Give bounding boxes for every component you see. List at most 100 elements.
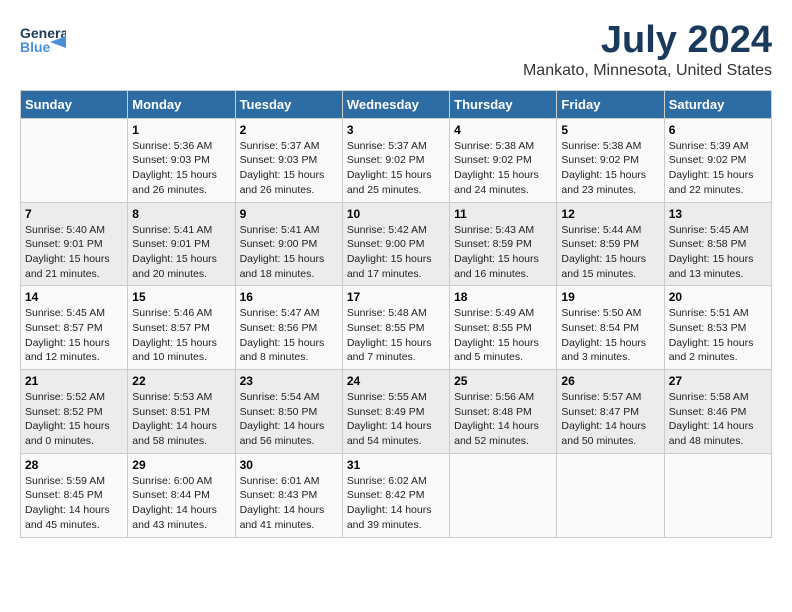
calendar-cell: 31 Sunrise: 6:02 AM Sunset: 8:42 PM Dayli… bbox=[342, 453, 449, 537]
calendar-cell: 22 Sunrise: 5:53 AM Sunset: 8:51 PM Dayli… bbox=[128, 370, 235, 454]
title-block: July 2024 Mankato, Minnesota, United Sta… bbox=[523, 20, 772, 80]
calendar-header-row: SundayMondayTuesdayWednesdayThursdayFrid… bbox=[21, 90, 772, 118]
day-number: 15 bbox=[132, 290, 230, 304]
day-info: Sunrise: 5:39 AM Sunset: 9:02 PM Dayligh… bbox=[669, 139, 767, 198]
calendar-cell: 18Sunrise: 5:49 AM Sunset: 8:55 PM Dayli… bbox=[450, 286, 557, 370]
calendar-cell: 11 Sunrise: 5:43 AM Sunset: 8:59 PM Dayli… bbox=[450, 202, 557, 286]
day-number: 31 bbox=[347, 458, 445, 472]
calendar-week-row: 1Sunrise: 5:36 AM Sunset: 9:03 PM Daylig… bbox=[21, 118, 772, 202]
day-number: 22 bbox=[132, 374, 230, 388]
calendar-cell: 6Sunrise: 5:39 AM Sunset: 9:02 PM Daylig… bbox=[664, 118, 771, 202]
day-number: 11 bbox=[454, 207, 552, 221]
day-number: 28 bbox=[25, 458, 123, 472]
day-info: Sunrise: 5:36 AM Sunset: 9:03 PM Dayligh… bbox=[132, 139, 230, 198]
day-info: Sunrise: 5:48 AM Sunset: 8:55 PM Dayligh… bbox=[347, 306, 445, 365]
col-header-saturday: Saturday bbox=[664, 90, 771, 118]
day-number: 8 bbox=[132, 207, 230, 221]
calendar-cell: 7Sunrise: 5:40 AM Sunset: 9:01 PM Daylig… bbox=[21, 202, 128, 286]
svg-text:Blue: Blue bbox=[20, 39, 51, 55]
calendar-cell: 3 Sunrise: 5:37 AM Sunset: 9:02 PM Daylig… bbox=[342, 118, 449, 202]
calendar-cell: 1Sunrise: 5:36 AM Sunset: 9:03 PM Daylig… bbox=[128, 118, 235, 202]
calendar-cell: 2 Sunrise: 5:37 AM Sunset: 9:03 PM Daylig… bbox=[235, 118, 342, 202]
day-number: 5 bbox=[561, 123, 659, 137]
calendar-cell bbox=[557, 453, 664, 537]
calendar-week-row: 28 Sunrise: 5:59 AM Sunset: 8:45 PM Dayli… bbox=[21, 453, 772, 537]
calendar-cell: 19 Sunrise: 5:50 AM Sunset: 8:54 PM Dayli… bbox=[557, 286, 664, 370]
calendar-cell: 8Sunrise: 5:41 AM Sunset: 9:01 PM Daylig… bbox=[128, 202, 235, 286]
calendar-cell: 17Sunrise: 5:48 AM Sunset: 8:55 PM Dayli… bbox=[342, 286, 449, 370]
calendar-week-row: 14 Sunrise: 5:45 AM Sunset: 8:57 PM Dayli… bbox=[21, 286, 772, 370]
day-number: 30 bbox=[240, 458, 338, 472]
calendar-cell: 15Sunrise: 5:46 AM Sunset: 8:57 PM Dayli… bbox=[128, 286, 235, 370]
day-info: Sunrise: 5:44 AM Sunset: 8:59 PM Dayligh… bbox=[561, 223, 659, 282]
calendar-cell: 14 Sunrise: 5:45 AM Sunset: 8:57 PM Dayli… bbox=[21, 286, 128, 370]
day-number: 23 bbox=[240, 374, 338, 388]
day-number: 20 bbox=[669, 290, 767, 304]
calendar-cell: 12Sunrise: 5:44 AM Sunset: 8:59 PM Dayli… bbox=[557, 202, 664, 286]
day-info: Sunrise: 5:37 AM Sunset: 9:02 PM Dayligh… bbox=[347, 139, 445, 198]
day-info: Sunrise: 5:55 AM Sunset: 8:49 PM Dayligh… bbox=[347, 390, 445, 449]
day-info: Sunrise: 5:58 AM Sunset: 8:46 PM Dayligh… bbox=[669, 390, 767, 449]
calendar-cell: 23 Sunrise: 5:54 AM Sunset: 8:50 PM Dayli… bbox=[235, 370, 342, 454]
day-number: 26 bbox=[561, 374, 659, 388]
calendar-cell: 13 Sunrise: 5:45 AM Sunset: 8:58 PM Dayli… bbox=[664, 202, 771, 286]
day-info: Sunrise: 5:45 AM Sunset: 8:58 PM Dayligh… bbox=[669, 223, 767, 282]
calendar-cell: 27 Sunrise: 5:58 AM Sunset: 8:46 PM Dayli… bbox=[664, 370, 771, 454]
col-header-wednesday: Wednesday bbox=[342, 90, 449, 118]
col-header-thursday: Thursday bbox=[450, 90, 557, 118]
day-info: Sunrise: 5:54 AM Sunset: 8:50 PM Dayligh… bbox=[240, 390, 338, 449]
calendar-week-row: 21Sunrise: 5:52 AM Sunset: 8:52 PM Dayli… bbox=[21, 370, 772, 454]
day-number: 14 bbox=[25, 290, 123, 304]
calendar-subtitle: Mankato, Minnesota, United States bbox=[523, 62, 772, 80]
calendar-cell: 4Sunrise: 5:38 AM Sunset: 9:02 PM Daylig… bbox=[450, 118, 557, 202]
calendar-cell: 9 Sunrise: 5:41 AM Sunset: 9:00 PM Daylig… bbox=[235, 202, 342, 286]
day-info: Sunrise: 5:42 AM Sunset: 9:00 PM Dayligh… bbox=[347, 223, 445, 282]
day-info: Sunrise: 5:57 AM Sunset: 8:47 PM Dayligh… bbox=[561, 390, 659, 449]
calendar-cell: 10 Sunrise: 5:42 AM Sunset: 9:00 PM Dayli… bbox=[342, 202, 449, 286]
day-info: Sunrise: 5:51 AM Sunset: 8:53 PM Dayligh… bbox=[669, 306, 767, 365]
calendar-cell: 21Sunrise: 5:52 AM Sunset: 8:52 PM Dayli… bbox=[21, 370, 128, 454]
col-header-friday: Friday bbox=[557, 90, 664, 118]
calendar-cell: 25 Sunrise: 5:56 AM Sunset: 8:48 PM Dayli… bbox=[450, 370, 557, 454]
day-info: Sunrise: 5:50 AM Sunset: 8:54 PM Dayligh… bbox=[561, 306, 659, 365]
calendar-cell: 30Sunrise: 6:01 AM Sunset: 8:43 PM Dayli… bbox=[235, 453, 342, 537]
day-number: 13 bbox=[669, 207, 767, 221]
col-header-sunday: Sunday bbox=[21, 90, 128, 118]
calendar-cell: 5 Sunrise: 5:38 AM Sunset: 9:02 PM Daylig… bbox=[557, 118, 664, 202]
day-info: Sunrise: 6:02 AM Sunset: 8:42 PM Dayligh… bbox=[347, 474, 445, 533]
day-number: 24 bbox=[347, 374, 445, 388]
day-info: Sunrise: 5:53 AM Sunset: 8:51 PM Dayligh… bbox=[132, 390, 230, 449]
day-number: 29 bbox=[132, 458, 230, 472]
day-info: Sunrise: 5:38 AM Sunset: 9:02 PM Dayligh… bbox=[561, 139, 659, 198]
calendar-cell: 20 Sunrise: 5:51 AM Sunset: 8:53 PM Dayli… bbox=[664, 286, 771, 370]
calendar-cell: 16Sunrise: 5:47 AM Sunset: 8:56 PM Dayli… bbox=[235, 286, 342, 370]
day-info: Sunrise: 5:47 AM Sunset: 8:56 PM Dayligh… bbox=[240, 306, 338, 365]
calendar-cell: 29Sunrise: 6:00 AM Sunset: 8:44 PM Dayli… bbox=[128, 453, 235, 537]
day-info: Sunrise: 5:45 AM Sunset: 8:57 PM Dayligh… bbox=[25, 306, 123, 365]
day-info: Sunrise: 5:43 AM Sunset: 8:59 PM Dayligh… bbox=[454, 223, 552, 282]
col-header-monday: Monday bbox=[128, 90, 235, 118]
day-number: 27 bbox=[669, 374, 767, 388]
day-info: Sunrise: 5:41 AM Sunset: 9:00 PM Dayligh… bbox=[240, 223, 338, 282]
day-number: 19 bbox=[561, 290, 659, 304]
day-number: 25 bbox=[454, 374, 552, 388]
day-number: 3 bbox=[347, 123, 445, 137]
logo: General Blue bbox=[20, 20, 66, 62]
day-info: Sunrise: 5:56 AM Sunset: 8:48 PM Dayligh… bbox=[454, 390, 552, 449]
col-header-tuesday: Tuesday bbox=[235, 90, 342, 118]
day-info: Sunrise: 5:37 AM Sunset: 9:03 PM Dayligh… bbox=[240, 139, 338, 198]
calendar-cell: 28 Sunrise: 5:59 AM Sunset: 8:45 PM Dayli… bbox=[21, 453, 128, 537]
day-number: 4 bbox=[454, 123, 552, 137]
calendar-title: July 2024 bbox=[523, 20, 772, 62]
calendar-cell: 26 Sunrise: 5:57 AM Sunset: 8:47 PM Dayli… bbox=[557, 370, 664, 454]
calendar-cell bbox=[664, 453, 771, 537]
day-number: 10 bbox=[347, 207, 445, 221]
calendar-cell bbox=[21, 118, 128, 202]
day-info: Sunrise: 5:59 AM Sunset: 8:45 PM Dayligh… bbox=[25, 474, 123, 533]
day-info: Sunrise: 5:40 AM Sunset: 9:01 PM Dayligh… bbox=[25, 223, 123, 282]
calendar-week-row: 7Sunrise: 5:40 AM Sunset: 9:01 PM Daylig… bbox=[21, 202, 772, 286]
day-number: 9 bbox=[240, 207, 338, 221]
day-number: 2 bbox=[240, 123, 338, 137]
day-number: 18 bbox=[454, 290, 552, 304]
calendar-table: SundayMondayTuesdayWednesdayThursdayFrid… bbox=[20, 90, 772, 538]
